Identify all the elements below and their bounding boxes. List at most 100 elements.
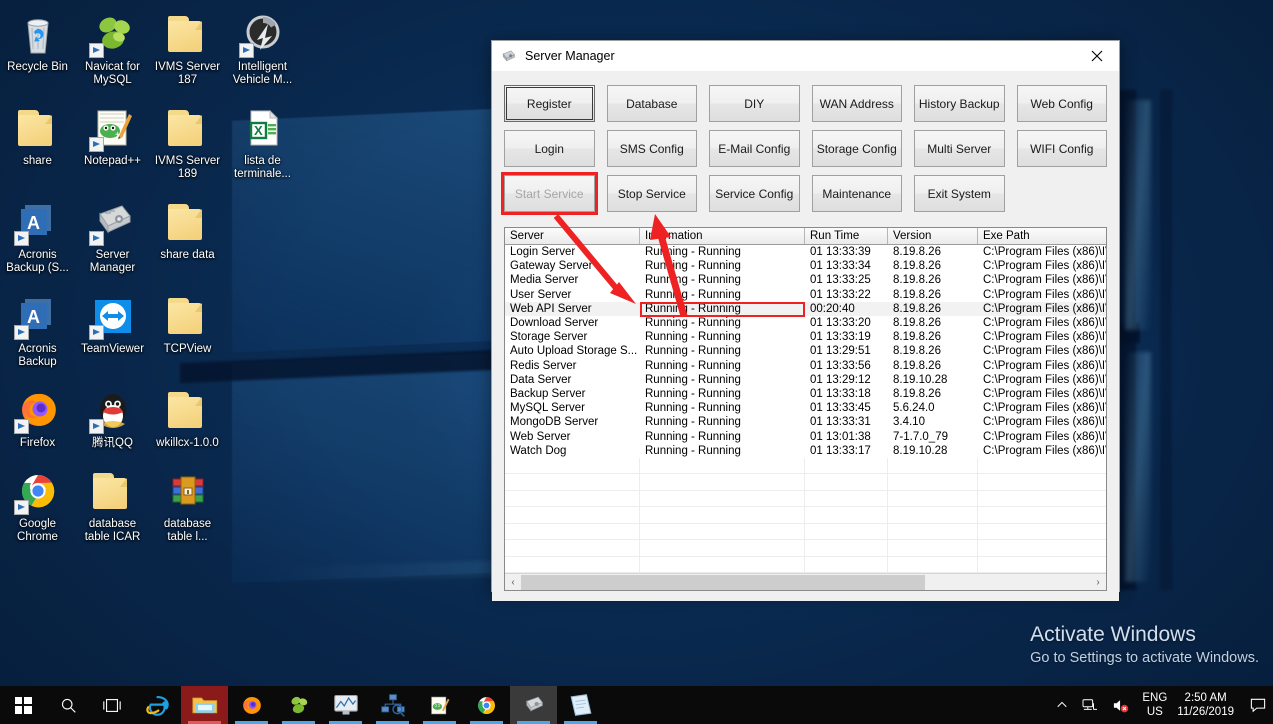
column-header-information[interactable]: Information — [640, 228, 805, 244]
task-view-button[interactable] — [90, 686, 134, 724]
desktop-icon-ivms-server-187[interactable]: IVMS Server 187 — [150, 6, 225, 89]
desktop-icon-ivms-server-189[interactable]: IVMS Server 189 — [150, 100, 225, 183]
scrollbar-track[interactable] — [521, 573, 1090, 591]
taskbar-item-notepad-plus-plus[interactable] — [416, 686, 463, 724]
stop-service-button[interactable]: Stop Service — [606, 175, 697, 212]
desktop-icon-lista-de-terminale[interactable]: X lista de terminale... — [225, 100, 300, 183]
cell-information: Running - Running — [645, 402, 741, 415]
scroll-right-icon[interactable]: › — [1090, 574, 1106, 590]
cell-empty — [978, 540, 1106, 556]
chrome-icon — [13, 467, 62, 515]
table-row[interactable]: MongoDB Server Running - Running 01 13:33:… — [505, 415, 1106, 429]
taskbar-item-file-explorer[interactable] — [181, 686, 228, 724]
desktop-icon-recycle-bin[interactable]: Recycle Bin — [0, 6, 75, 89]
login-button[interactable]: Login — [504, 130, 595, 167]
search-button[interactable] — [46, 686, 90, 724]
taskbar-item-network-tool[interactable] — [369, 686, 416, 724]
clock[interactable]: 2:50 AM 11/26/2019 — [1173, 691, 1243, 719]
service-config-button[interactable]: Service Config — [709, 175, 800, 212]
desktop-icon-wkillcx[interactable]: wkillcx-1.0.0 — [150, 382, 225, 452]
desktop-icon-notepad-plus-plus[interactable]: ++ Notepad++ — [75, 100, 150, 183]
sms-config-button[interactable]: SMS Config — [606, 130, 697, 167]
cell-exe-path: C:\Program Files (x86)\IV — [983, 317, 1106, 330]
table-row[interactable]: User Server Running - Running 01 13:33:22 8… — [505, 288, 1106, 302]
column-header-run-time[interactable]: Run Time — [805, 228, 888, 244]
cell-version: 8.19.10.28 — [893, 444, 948, 457]
show-hidden-icons-chevron-icon[interactable] — [1049, 699, 1075, 711]
maintenance-button[interactable]: Maintenance — [811, 175, 902, 212]
desktop-icon-intelligent-vehicle[interactable]: Intelligent Vehicle M... — [225, 6, 300, 89]
multi-server-button[interactable]: Multi Server — [914, 130, 1005, 167]
cell-information: Running - Running — [645, 260, 741, 273]
taskbar-item-navicat[interactable] — [275, 686, 322, 724]
taskbar-item-internet-explorer[interactable] — [134, 686, 181, 724]
column-header-version[interactable]: Version — [888, 228, 978, 244]
horizontal-scrollbar[interactable]: ‹ › — [505, 573, 1106, 591]
desktop-icon-tencent-qq[interactable]: 腾讯QQ — [75, 382, 150, 452]
table-row[interactable]: MySQL Server Running - Running 01 13:33:45… — [505, 401, 1106, 415]
email-config-button[interactable]: E-Mail Config — [709, 130, 800, 167]
exit-system-button[interactable]: Exit System — [914, 175, 1005, 212]
desktop-icon-label: Google Chrome — [17, 518, 58, 543]
table-row[interactable]: Watch Dog Running - Running 01 13:33:17 8.1… — [505, 444, 1106, 458]
storage-config-button[interactable]: Storage Config — [811, 130, 902, 167]
cell-empty — [505, 540, 640, 556]
table-row[interactable]: Web API Server Running - Running 00:20:40 8… — [505, 301, 1106, 316]
desktop-icon-teamviewer[interactable]: TeamViewer — [75, 288, 150, 371]
history-backup-button[interactable]: History Backup — [914, 85, 1005, 122]
language-indicator[interactable]: ENG US — [1136, 691, 1173, 719]
network-icon[interactable] — [1075, 698, 1105, 712]
taskbar-item-google-chrome[interactable] — [463, 686, 510, 724]
desktop-icon-share[interactable]: share — [0, 100, 75, 183]
volume-muted-icon[interactable] — [1105, 698, 1136, 713]
table-row[interactable]: Data Server Running - Running 01 13:29:12 8… — [505, 373, 1106, 387]
table-row[interactable]: Redis Server Running - Running 01 13:33:56… — [505, 359, 1106, 373]
action-center-icon[interactable] — [1243, 698, 1273, 713]
desktop-icon-label: IVMS Server 189 — [154, 155, 221, 180]
desktop-icon-acronis-backup-s[interactable]: A Acronis Backup (S... — [0, 194, 75, 277]
register-button[interactable]: Register — [504, 85, 595, 122]
server-list-table: Server Information Run Time Version Exe … — [504, 227, 1107, 592]
taskbar-item-notepad[interactable] — [557, 686, 604, 724]
table-row[interactable]: Storage Server Running - Running 01 13:33:… — [505, 330, 1106, 344]
window-titlebar[interactable]: Server Manager — [492, 41, 1119, 71]
desktop-icon-navicat-for-mysql[interactable]: Navicat for MySQL — [75, 6, 150, 89]
clock-time: 2:50 AM — [1184, 692, 1227, 704]
column-header-server[interactable]: Server — [505, 228, 640, 244]
web-config-button[interactable]: Web Config — [1016, 85, 1107, 122]
table-row[interactable]: Gateway Server Running - Running 01 13:33:… — [505, 259, 1106, 273]
scrollbar-thumb[interactable] — [521, 574, 925, 590]
desktop-icon-share-data[interactable]: share data — [150, 194, 225, 277]
start-service-button[interactable]: Start Service — [504, 175, 595, 212]
taskbar-item-performance-monitor[interactable] — [322, 686, 369, 724]
desktop-icon-firefox[interactable]: Firefox — [0, 382, 75, 452]
close-icon[interactable] — [1074, 41, 1119, 71]
desktop-icon-acronis-backup[interactable]: A Acronis Backup — [0, 288, 75, 371]
database-button[interactable]: Database — [606, 85, 697, 122]
window-body: Register Database DIY WAN Address Histor… — [492, 71, 1119, 602]
table-row[interactable]: Auto Upload Storage S... Running - Runnin… — [505, 344, 1106, 358]
cell-run-time: 01 13:33:20 — [810, 317, 871, 330]
column-header-exe-path[interactable]: Exe Path — [978, 228, 1106, 244]
desktop-icon-server-manager[interactable]: Server Manager — [75, 194, 150, 277]
taskbar-item-firefox[interactable] — [228, 686, 275, 724]
desktop-icon-google-chrome[interactable]: Google Chrome — [0, 463, 75, 546]
cell-exe-path: C:\Program Files (x86)\IV — [983, 359, 1106, 372]
cell-run-time: 01 13:33:22 — [810, 288, 871, 301]
desktop-icon-label: TeamViewer — [80, 343, 145, 355]
start-button[interactable] — [0, 686, 46, 724]
table-row[interactable]: Download Server Running - Running 01 13:33… — [505, 316, 1106, 330]
taskbar-item-server-manager[interactable] — [510, 686, 557, 724]
table-row[interactable]: Media Server Running - Running 01 13:33:25… — [505, 273, 1106, 287]
desktop-icon-tcpview[interactable]: TCPView — [150, 288, 225, 371]
scroll-left-icon[interactable]: ‹ — [505, 574, 521, 590]
desktop-icon-database-table-archive[interactable]: database table l... — [150, 463, 225, 546]
table-row[interactable]: Login Server Running - Running 01 13:33:39… — [505, 245, 1106, 259]
wifi-config-button[interactable]: WIFI Config — [1016, 130, 1107, 167]
diy-button[interactable]: DIY — [709, 85, 800, 122]
table-row[interactable]: Web Server Running - Running 01 13:01:38 7-… — [505, 429, 1106, 443]
table-row[interactable]: Backup Server Running - Running 01 13:33:1… — [505, 387, 1106, 401]
wan-address-button[interactable]: WAN Address — [811, 85, 902, 122]
taskbar: ENG US 2:50 AM 11/26/2019 — [0, 686, 1273, 724]
desktop-icon-database-table-icar[interactable]: database table ICAR — [75, 463, 150, 546]
